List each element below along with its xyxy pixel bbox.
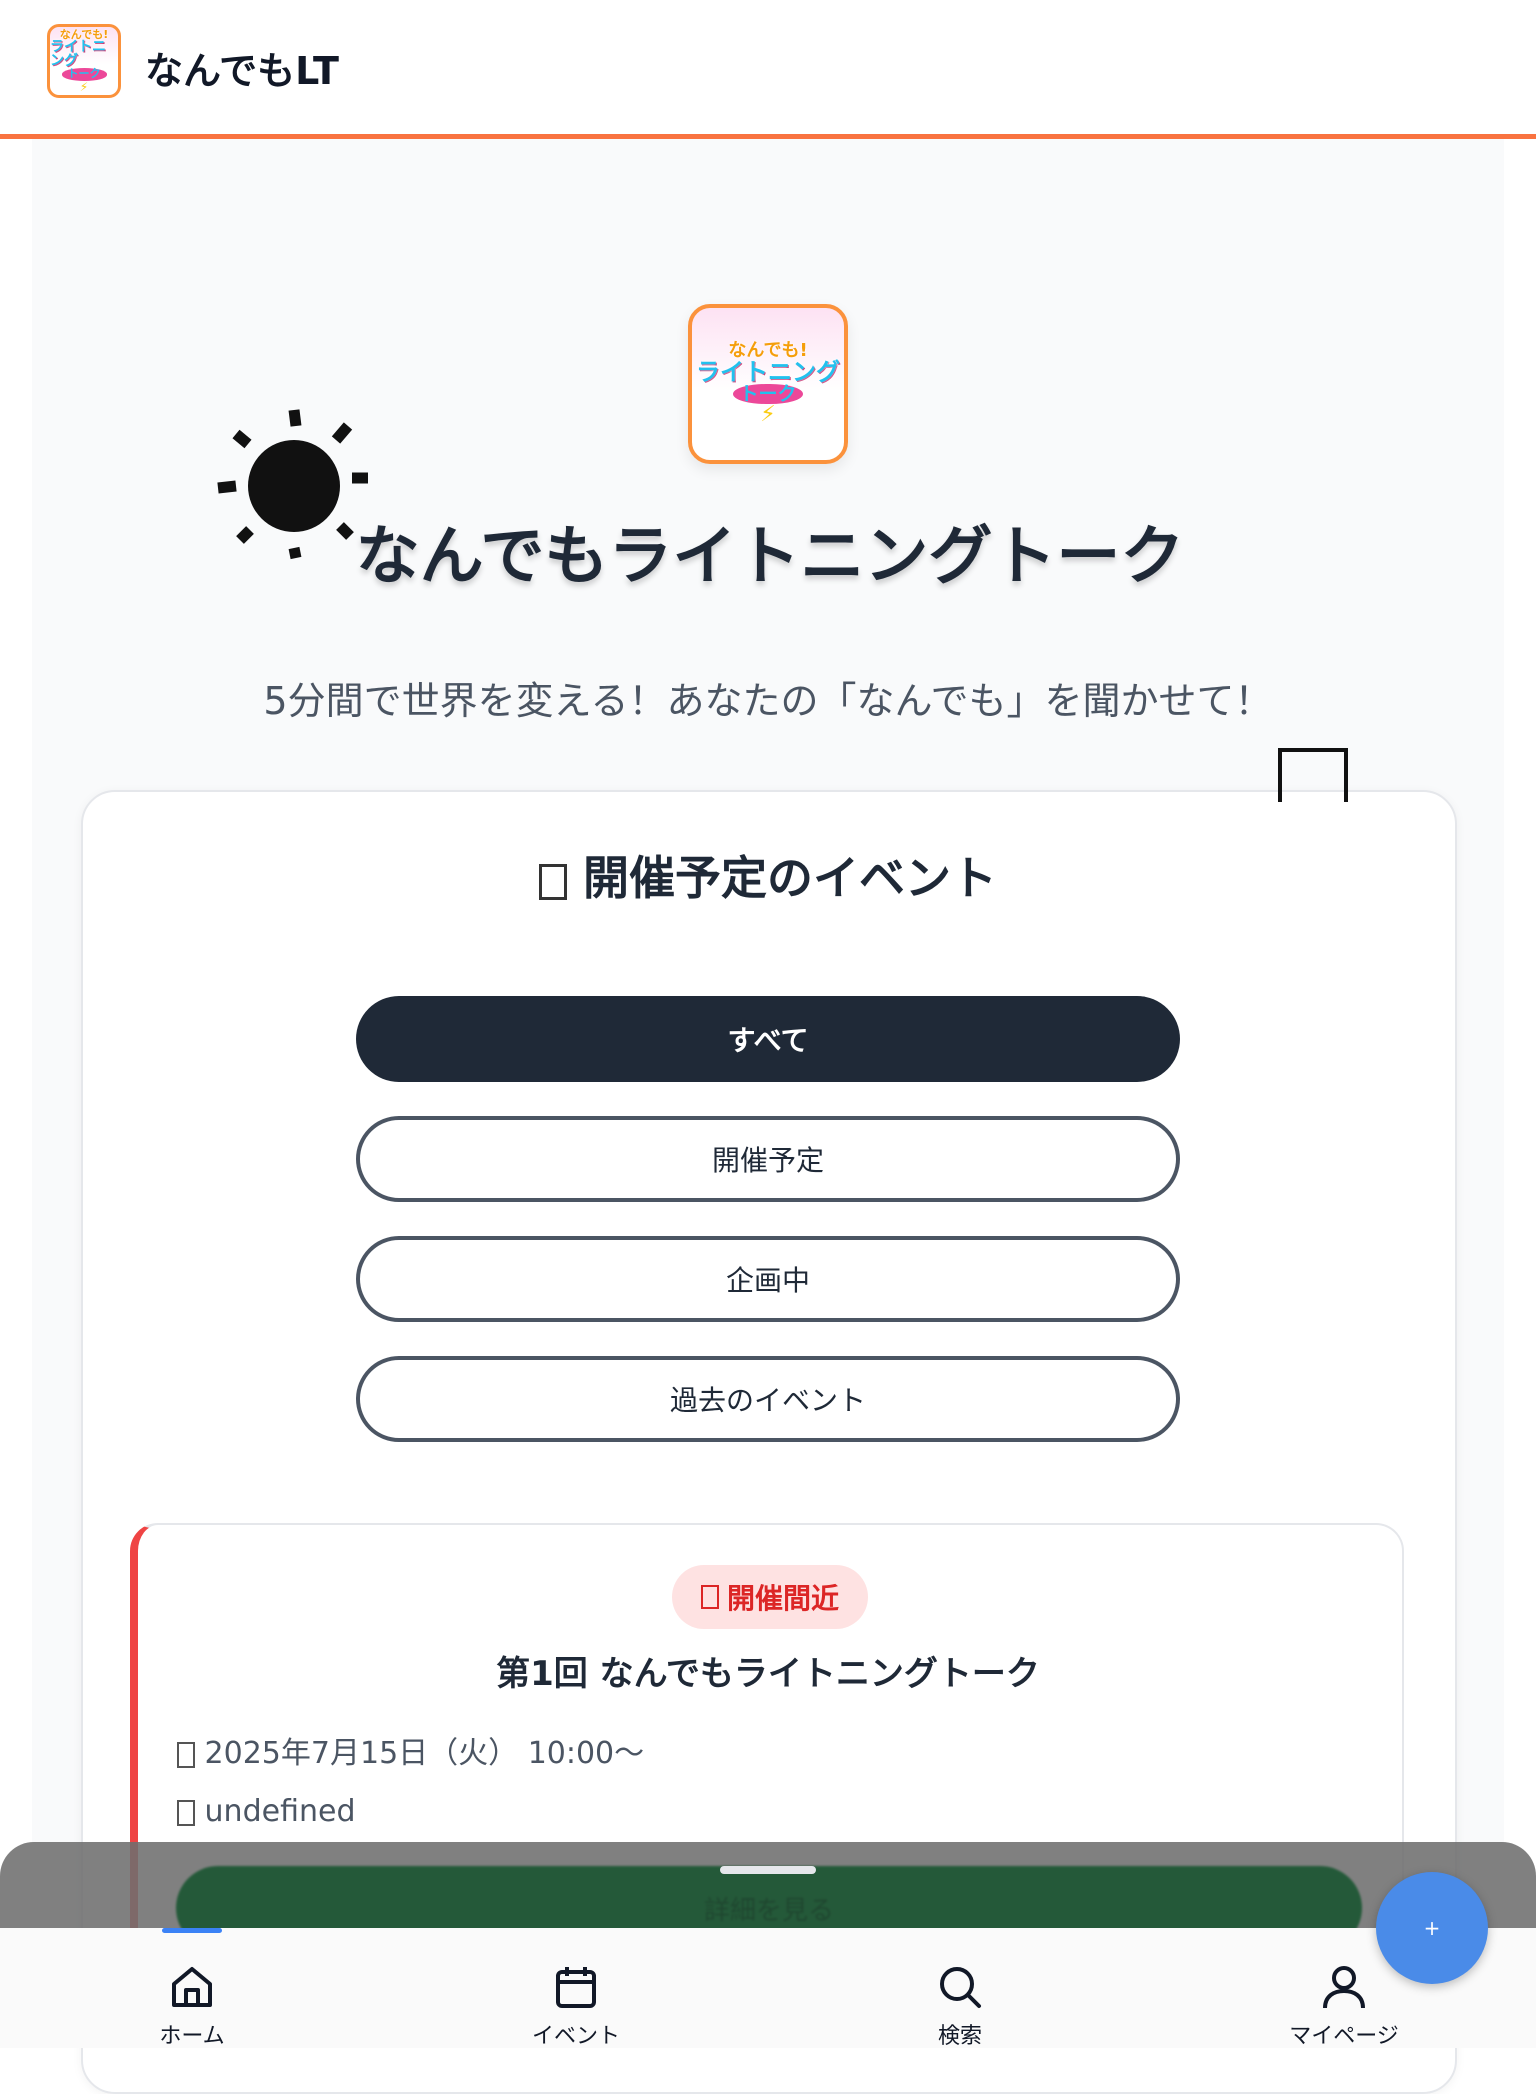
nav-item-search[interactable]: 検索: [870, 1928, 1050, 2049]
event-location-text: undefined: [204, 1794, 356, 1829]
status-badge-label: 開催間近: [726, 1582, 839, 1615]
decoration-box: [1278, 748, 1348, 802]
hero-logo: なんでも! ライトニング トーク ⚡: [688, 304, 848, 464]
logo-text-bottom: トーク: [733, 383, 803, 405]
nav-label-mypage: マイページ: [1289, 2024, 1399, 2049]
hero-title: なんでもライトニングトーク: [355, 520, 1185, 594]
nav-label-search: 検索: [937, 2024, 982, 2049]
add-event-fab[interactable]: +: [1376, 1872, 1488, 1984]
event-datetime: 2025年7月15日（火） 10:00〜: [177, 1728, 644, 1772]
nav-label-events: イベント: [531, 2024, 620, 2049]
sheet-drag-handle[interactable]: [720, 1866, 816, 1874]
event-datetime-text: 2025年7月15日（火） 10:00〜: [204, 1736, 645, 1771]
user-icon: [1323, 1966, 1365, 2009]
status-badge: 開催間近: [672, 1565, 868, 1629]
nav-item-home[interactable]: ホーム: [102, 1928, 282, 2049]
logo-text-bottom: トーク: [61, 68, 107, 81]
filter-upcoming-button[interactable]: 開催予定: [356, 1116, 1180, 1202]
calendar-icon: [538, 863, 567, 900]
search-icon: [940, 1967, 981, 2008]
home-icon: [172, 1967, 212, 2007]
alert-icon: [700, 1585, 719, 1609]
nav-label-home: ホーム: [159, 2024, 225, 2049]
calendar-icon: [556, 1967, 596, 2008]
events-section-title: 開催予定のイベント: [0, 842, 1536, 908]
logo-text-top: なんでも!: [728, 339, 808, 361]
events-title-text: 開催予定のイベント: [583, 851, 997, 905]
filter-past-button[interactable]: 過去のイベント: [356, 1356, 1180, 1442]
event-title[interactable]: 第1回 なんでもライトニングトーク: [130, 1646, 1406, 1695]
filter-all-button[interactable]: すべて: [356, 996, 1180, 1082]
hero-subtitle: 5分間で世界を変える！あなたの「なんでも」を聞かせて！: [263, 679, 1273, 723]
nav-item-events[interactable]: イベント: [486, 1928, 666, 2049]
filter-planning-button[interactable]: 企画中: [356, 1236, 1180, 1322]
app-logo[interactable]: なんでも! ライトニング トーク ⚡: [47, 24, 121, 98]
logo-text-middle: ライトニング: [696, 357, 840, 386]
calendar-icon: [177, 1741, 195, 1768]
logo-text-middle: ライトニング: [50, 39, 106, 70]
app-title[interactable]: なんでもLT: [145, 40, 339, 95]
location-icon: [177, 1799, 195, 1826]
app-header: なんでも! ライトニング トーク ⚡ なんでもLT: [0, 0, 1536, 139]
event-location: undefined: [177, 1794, 355, 1829]
lightning-icon: ⚡: [760, 402, 776, 428]
lightning-icon: ⚡: [79, 79, 89, 94]
